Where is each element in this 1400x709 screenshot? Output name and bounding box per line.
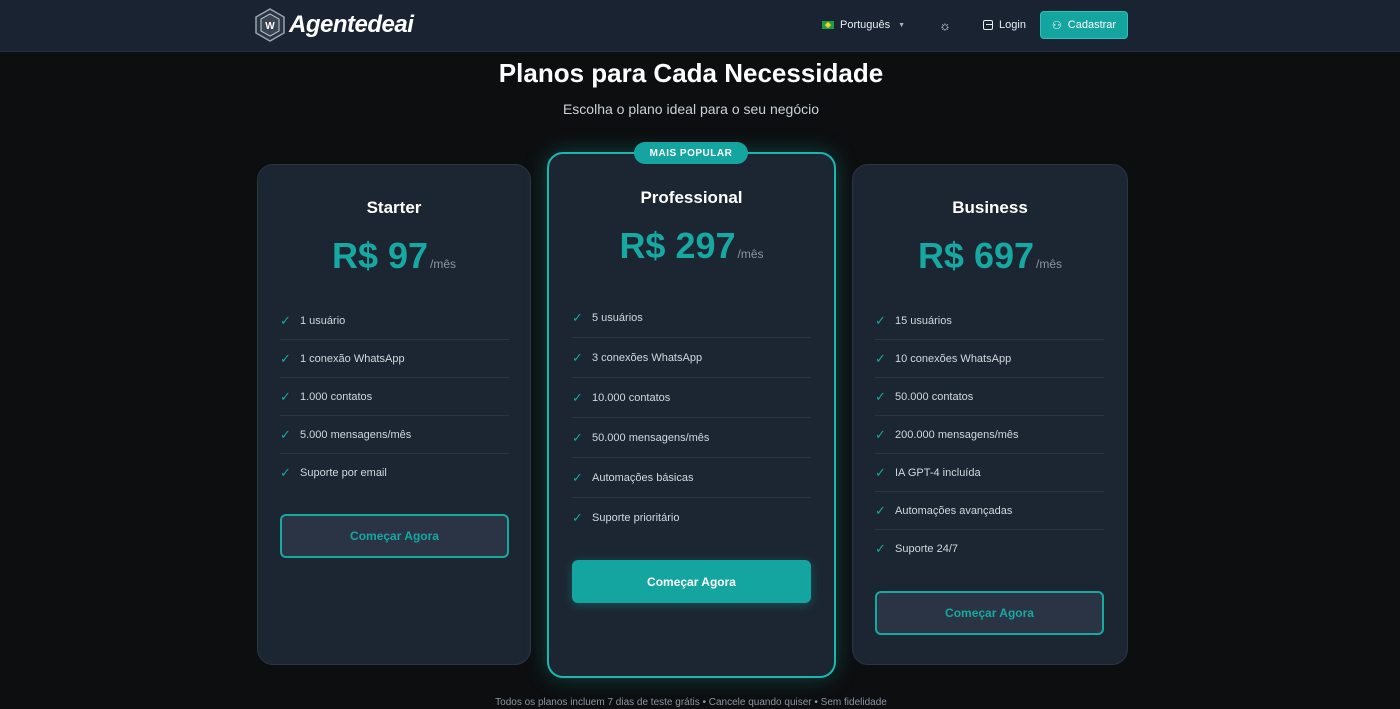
check-icon: ✓ (875, 502, 886, 518)
feature-label: 15 usuários (895, 314, 952, 327)
feature-list: ✓ 5 usuários ✓ 3 conexões WhatsApp ✓ 10.000… (572, 298, 811, 538)
price-period: /mês (430, 257, 457, 271)
plan-name: Professional (640, 188, 743, 207)
list-item: ✓ 200.000 mensagens/mês (875, 416, 1104, 454)
list-item: ✓ 50.000 contatos (875, 378, 1104, 416)
plan-name: Business (952, 198, 1028, 217)
list-item: ✓ 10 conexões WhatsApp (875, 340, 1104, 378)
language-selector[interactable]: Português ▼ (822, 19, 905, 31)
hexagon-w-logo-icon: W (255, 8, 285, 42)
start-now-button[interactable]: Começar Agora (572, 560, 811, 603)
feature-label: 50.000 contatos (895, 390, 974, 403)
plan-price: R$ 697/mês (853, 235, 1127, 277)
list-item: ✓ 5 usuários (572, 298, 811, 338)
check-icon: ✓ (280, 426, 291, 442)
plan-price: R$ 97/mês (258, 235, 530, 277)
nav-actions: Português ▼ ☼ Login (822, 11, 1026, 39)
check-icon: ✓ (280, 312, 291, 328)
check-icon: ✓ (875, 541, 886, 556)
plan-card-business: Business R$ 697/mês ✓ 15 usuários ✓ 10 con… (852, 164, 1128, 665)
feature-label: 1 conexão WhatsApp (300, 352, 405, 365)
plan-card-professional: Professional R$ 297/mês ✓ 5 usuários ✓ 3 c… (547, 152, 836, 678)
brand-name: Agentedeai (289, 11, 414, 38)
start-now-button[interactable]: Começar Agora (280, 514, 509, 558)
check-icon: ✓ (280, 388, 291, 404)
page-title: Planos para Cada Necessidade (498, 58, 884, 88)
feature-list: ✓ 1 usuário ✓ 1 conexão WhatsApp ✓ 1.000 co… (280, 302, 509, 492)
feature-label: 10.000 contatos (592, 391, 671, 404)
feature-label: Suporte por email (300, 467, 387, 479)
login-button[interactable]: Login (983, 19, 1026, 31)
user-plus-icon: ⚇ (1051, 19, 1062, 32)
feature-label: Suporte prioritário (592, 512, 680, 524)
check-icon: ✓ (572, 469, 583, 485)
sun-icon[interactable]: ☼ (939, 18, 951, 33)
feature-label: IA GPT-4 incluída (895, 466, 981, 479)
list-item: ✓ 15 usuários (875, 302, 1104, 340)
language-label: Português (840, 19, 891, 31)
popular-badge: MAIS POPULAR (634, 142, 748, 164)
list-item: ✓ 1 conexão WhatsApp (280, 340, 509, 378)
price-period: /mês (737, 247, 764, 261)
plan-price: R$ 297/mês (549, 225, 834, 267)
login-icon (983, 20, 994, 30)
feature-label: 200.000 mensagens/mês (895, 428, 1019, 441)
top-navbar: W Agentedeai Português ▼ ☼ Login ⚇ Cadas… (0, 0, 1400, 52)
feature-label: Suporte 24/7 (895, 543, 958, 555)
price-amount: R$ 297 (619, 225, 736, 266)
price-period: /mês (1036, 257, 1063, 271)
check-icon: ✓ (572, 349, 583, 365)
list-item: ✓ Suporte 24/7 (875, 530, 1104, 568)
check-icon: ✓ (572, 389, 583, 405)
list-item: ✓ 50.000 mensagens/mês (572, 418, 811, 458)
brand-logo[interactable]: W Agentedeai (255, 8, 414, 42)
price-amount: R$ 97 (331, 235, 429, 276)
check-icon: ✓ (280, 350, 291, 366)
feature-label: 1 usuário (300, 314, 346, 327)
feature-label: 5 usuários (592, 311, 643, 324)
check-icon: ✓ (875, 388, 886, 404)
list-item: ✓ Suporte prioritário (572, 498, 811, 538)
plans-footnote: Todos os planos incluem 7 dias de teste … (495, 697, 887, 708)
feature-label: 50.000 mensagens/mês (592, 431, 710, 444)
check-icon: ✓ (875, 426, 886, 442)
brazil-flag-icon (822, 21, 834, 29)
feature-label: 10 conexões WhatsApp (895, 352, 1012, 365)
signup-label: Cadastrar (1067, 19, 1117, 31)
check-icon: ✓ (280, 465, 291, 480)
check-icon: ✓ (875, 350, 886, 366)
list-item: ✓ Automações básicas (572, 458, 811, 498)
feature-label: 1.000 contatos (300, 390, 373, 403)
check-icon: ✓ (875, 464, 886, 480)
feature-label: Automações avançadas (895, 504, 1013, 517)
list-item: ✓ 1.000 contatos (280, 378, 509, 416)
plan-name: Starter (366, 198, 422, 217)
feature-label: 5.000 mensagens/mês (300, 428, 412, 441)
feature-label: Automações básicas (592, 471, 694, 484)
signup-button[interactable]: ⚇ Cadastrar (1040, 11, 1128, 39)
list-item: ✓ Automações avançadas (875, 492, 1104, 530)
svg-text:W: W (265, 21, 275, 32)
check-icon: ✓ (572, 429, 583, 445)
page-subtitle: Escolha o plano ideal para o seu negócio (562, 101, 820, 117)
list-item: ✓ 3 conexões WhatsApp (572, 338, 811, 378)
login-label: Login (999, 19, 1026, 31)
feature-list: ✓ 15 usuários ✓ 10 conexões WhatsApp ✓ 50.0… (875, 302, 1104, 568)
start-now-button[interactable]: Começar Agora (875, 591, 1104, 635)
chevron-down-icon: ▼ (898, 21, 906, 29)
feature-label: 3 conexões WhatsApp (592, 351, 703, 364)
list-item: ✓ IA GPT-4 incluída (875, 454, 1104, 492)
price-amount: R$ 697 (917, 235, 1035, 276)
list-item: ✓ 1 usuário (280, 302, 509, 340)
list-item: ✓ 10.000 contatos (572, 378, 811, 418)
list-item: ✓ Suporte por email (280, 454, 509, 492)
list-item: ✓ 5.000 mensagens/mês (280, 416, 509, 454)
check-icon: ✓ (572, 510, 583, 525)
check-icon: ✓ (875, 312, 886, 328)
plan-card-starter: Starter R$ 97/mês ✓ 1 usuário ✓ 1 conexão … (257, 164, 531, 665)
check-icon: ✓ (572, 309, 583, 325)
